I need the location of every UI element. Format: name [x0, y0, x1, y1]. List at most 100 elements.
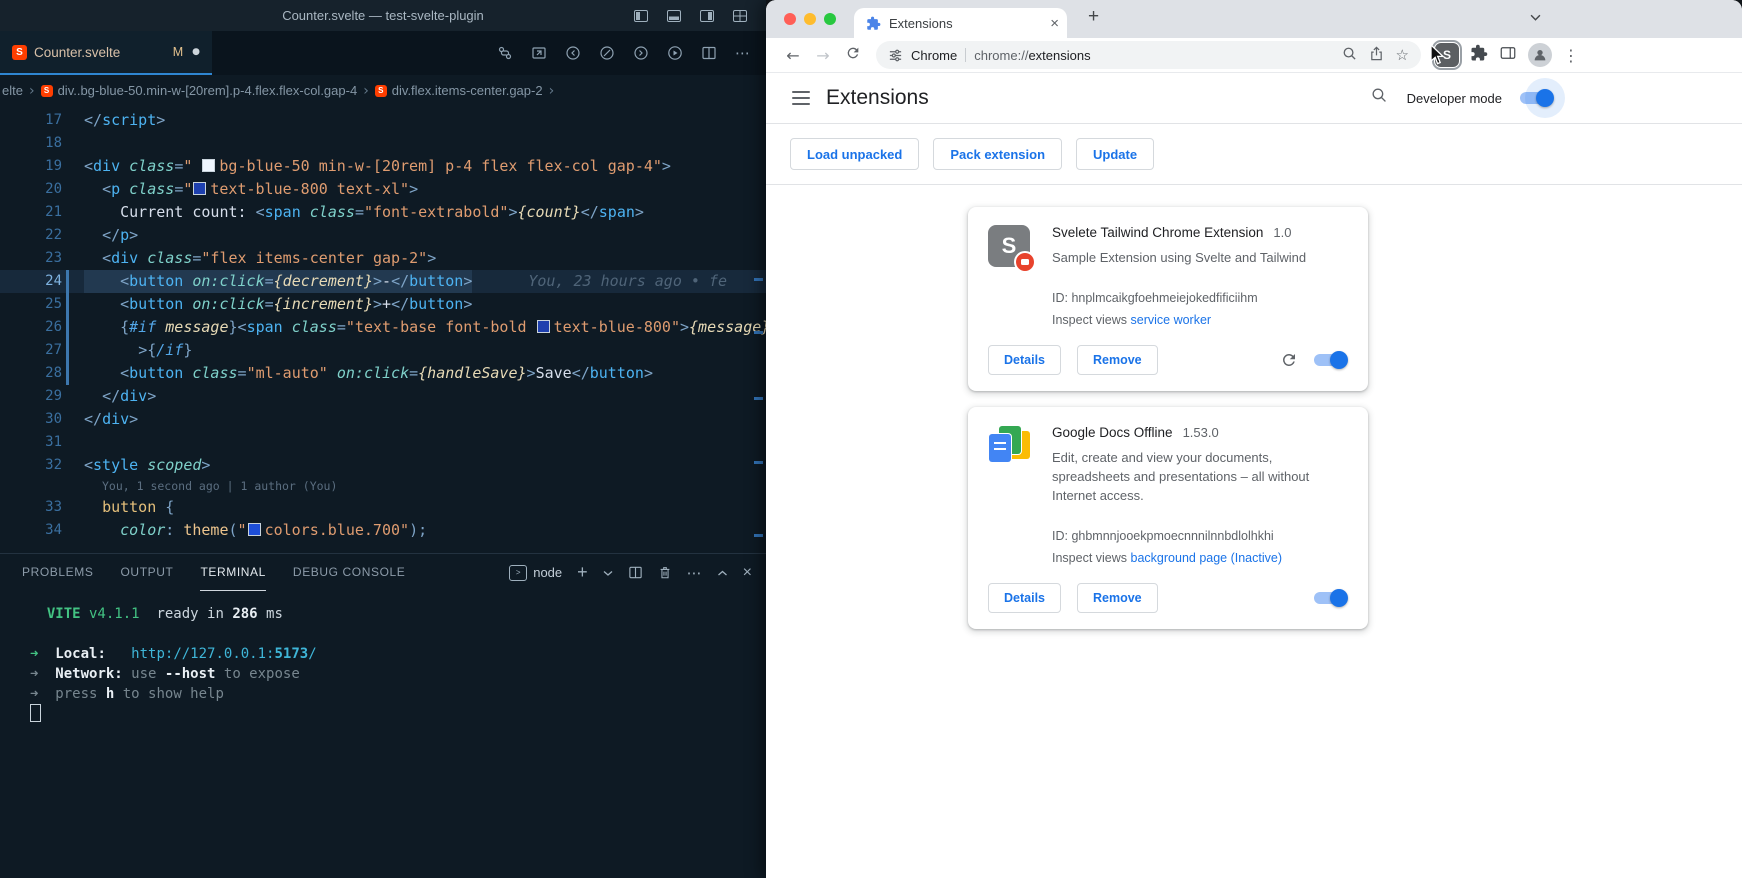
panel-tab-problems[interactable]: PROBLEMS: [22, 554, 94, 591]
more-actions-icon[interactable]: ⋯: [735, 44, 750, 62]
profile-avatar[interactable]: [1528, 43, 1552, 67]
extension-badge-icon: [1014, 251, 1036, 273]
breadcrumb-item[interactable]: elte: [2, 83, 23, 98]
close-window-button[interactable]: [784, 13, 796, 25]
split-editor-icon[interactable]: [701, 45, 717, 61]
page-title: Extensions: [826, 86, 929, 110]
terminal-controls: > node + ⋯ ×: [509, 562, 766, 583]
toggle-primary-sidebar-icon[interactable]: [633, 8, 649, 24]
next-change-icon[interactable]: [633, 45, 649, 61]
code-line: 21 Current count: <span class="font-extr…: [0, 201, 766, 224]
toggle-secondary-sidebar-icon[interactable]: [699, 8, 715, 24]
toggle-panel-icon[interactable]: [666, 8, 682, 24]
browser-menu-icon[interactable]: ⋮: [1563, 46, 1579, 65]
back-button[interactable]: ←: [780, 46, 806, 65]
search-icon[interactable]: [1370, 86, 1389, 110]
tab-title: Extensions: [889, 16, 953, 31]
new-terminal-button[interactable]: +: [577, 562, 588, 583]
line-number: 17: [0, 109, 84, 132]
terminal-dropdown-icon[interactable]: [603, 569, 613, 577]
line-number: 18: [0, 132, 84, 155]
extensions-page: Extensions Developer mode Load unpackedP…: [766, 73, 1742, 878]
panel-tab-debug-console[interactable]: DEBUG CONSOLE: [293, 554, 406, 591]
bookmark-star-icon[interactable]: ☆: [1396, 46, 1409, 64]
remove-button[interactable]: Remove: [1077, 345, 1158, 375]
run-icon[interactable]: [667, 45, 683, 61]
terminal-output[interactable]: VITE v4.1.1 ready in 286 ms ➜ Local: htt…: [0, 591, 766, 878]
line-number: 31: [0, 431, 84, 454]
overview-ruler-mark: [754, 331, 763, 334]
minimize-window-button[interactable]: [804, 13, 816, 25]
more-terminal-actions-icon[interactable]: ⋯: [687, 564, 702, 582]
side-panel-icon[interactable]: [1499, 44, 1517, 67]
customize-layout-icon[interactable]: [732, 8, 748, 24]
inspect-view-link[interactable]: service worker: [1131, 313, 1212, 327]
forward-button[interactable]: →: [810, 46, 836, 65]
terminal-line: ➜ press h to show help: [30, 684, 766, 704]
panel-tabs: PROBLEMS OUTPUT TERMINAL DEBUG CONSOLE: [22, 554, 432, 591]
load-unpacked-button[interactable]: Load unpacked: [790, 138, 919, 170]
tab-search-icon[interactable]: [1530, 11, 1541, 25]
extension-inspect-views: Inspect views background page (Inactive): [1052, 551, 1348, 565]
new-tab-button[interactable]: +: [1088, 6, 1099, 28]
extension-name: Google Docs Offline: [1052, 425, 1173, 440]
maximize-panel-icon[interactable]: [717, 569, 728, 577]
panel-tab-output[interactable]: OUTPUT: [121, 554, 174, 591]
code-line: 26 {#if message}<span class="text-base f…: [0, 316, 766, 339]
pack-extension-button[interactable]: Pack extension: [933, 138, 1062, 170]
browser-tab-extensions[interactable]: Extensions ×: [854, 8, 1067, 38]
extension-enabled-toggle[interactable]: [1314, 592, 1346, 604]
developer-mode-toggle[interactable]: [1520, 92, 1552, 104]
code-editor[interactable]: 17</script>1819<div class=" bg-blue-50 m…: [0, 106, 766, 553]
terminal-line: ➜ Local: http://127.0.0.1:5173/: [30, 644, 766, 664]
code-line: 23 <div class="flex items-center gap-2">: [0, 247, 766, 270]
previous-change-icon[interactable]: [565, 45, 581, 61]
update-button[interactable]: Update: [1076, 138, 1154, 170]
line-number: 24: [0, 270, 84, 293]
line-number: 34: [0, 519, 84, 542]
breadcrumb-item[interactable]: Sdiv.flex.items-center.gap-2: [375, 83, 543, 98]
breadcrumb: elte›Sdiv..bg-blue-50.min-w-[20rem].p-4.…: [0, 75, 766, 106]
site-settings-tune-icon[interactable]: [888, 48, 903, 63]
tab-counter-svelte[interactable]: S Counter.svelte M ●: [0, 31, 212, 75]
panel-tab-terminal[interactable]: TERMINAL: [200, 554, 265, 591]
gitlens-compare-icon[interactable]: [599, 45, 615, 61]
line-number: 23: [0, 247, 84, 270]
menu-hamburger-icon[interactable]: [792, 91, 810, 105]
open-preview-icon[interactable]: [531, 45, 547, 61]
code-line: 34 color: theme("colors.blue.700");: [0, 519, 766, 542]
code-line: 31: [0, 431, 766, 454]
tab-close-icon[interactable]: ×: [1050, 15, 1059, 32]
zoom-icon[interactable]: [1342, 46, 1357, 64]
extension-enabled-toggle[interactable]: [1314, 354, 1346, 366]
code-line: 32<style scoped>: [0, 454, 766, 477]
line-number: 20: [0, 178, 84, 201]
inspect-view-link[interactable]: background page (Inactive): [1131, 551, 1282, 565]
svelte-extension-button[interactable]: S: [1435, 43, 1459, 67]
details-button[interactable]: Details: [988, 583, 1061, 613]
reload-extension-icon[interactable]: [1280, 351, 1298, 369]
kill-terminal-icon[interactable]: [658, 565, 672, 580]
extensions-puzzle-icon[interactable]: [1470, 44, 1488, 67]
details-button[interactable]: Details: [988, 345, 1061, 375]
code-line: 28 <button class="ml-auto" on:click={han…: [0, 362, 766, 385]
reload-button[interactable]: [840, 45, 866, 66]
unsaved-dot-icon: ●: [192, 47, 200, 57]
code-lines: 17</script>1819<div class=" bg-blue-50 m…: [0, 109, 766, 542]
close-panel-icon[interactable]: ×: [743, 564, 752, 582]
window-controls: [784, 13, 836, 25]
zoom-window-button[interactable]: [824, 13, 836, 25]
extension-version: 1.0: [1273, 225, 1291, 240]
git-blame-annotation: You, 23 hours ago • fe: [528, 270, 727, 293]
split-terminal-icon[interactable]: [628, 565, 643, 580]
breadcrumb-item[interactable]: Sdiv..bg-blue-50.min-w-[20rem].p-4.flex.…: [41, 83, 358, 98]
extension-cards-list: SSvelete Tailwind Chrome Extension1.0Sam…: [766, 185, 1742, 629]
remove-button[interactable]: Remove: [1077, 583, 1158, 613]
open-changes-icon[interactable]: [497, 45, 513, 61]
line-number: 22: [0, 224, 84, 247]
extensions-favicon-icon: [866, 16, 881, 31]
share-icon[interactable]: [1369, 46, 1384, 64]
terminal-instance[interactable]: > node: [509, 565, 562, 581]
tab-label: Counter.svelte: [34, 45, 120, 60]
address-bar[interactable]: Chrome chrome:// extensions ☆: [876, 41, 1421, 69]
